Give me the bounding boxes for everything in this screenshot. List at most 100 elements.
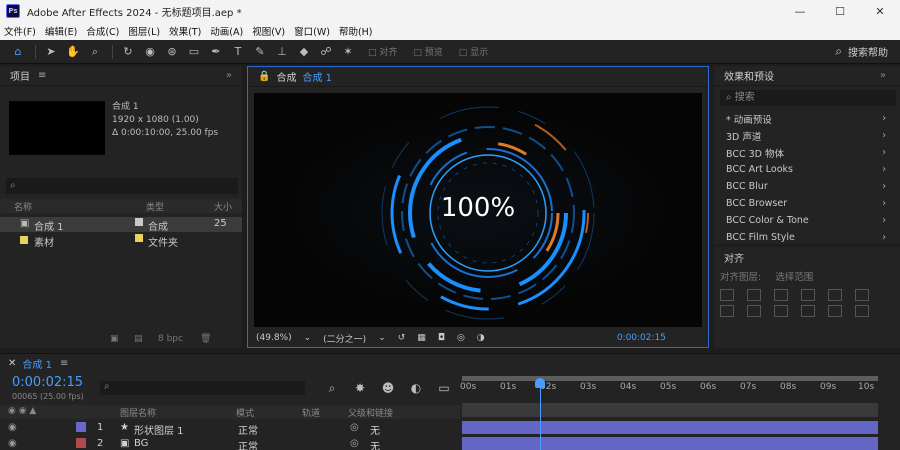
- timeline-layer[interactable]: ◉ 2 ▣ BG 正常 ◎ 无: [0, 437, 460, 450]
- project-item-comp[interactable]: ▣ 合成 1 合成 25: [0, 217, 242, 233]
- layer-parent[interactable]: 无: [370, 438, 380, 450]
- draft-3d-icon[interactable]: ✸: [346, 381, 374, 396]
- effects-category[interactable]: * 动画预设 ›: [714, 110, 900, 127]
- composition-viewer[interactable]: 100%: [254, 93, 702, 327]
- layer-duration-bar[interactable]: [462, 437, 878, 450]
- layer-mode[interactable]: 正常: [238, 422, 258, 437]
- chevron-down-icon[interactable]: ⌄: [378, 333, 386, 343]
- timeline-tab[interactable]: 合成 1: [22, 356, 52, 371]
- align-hcenter-icon[interactable]: [747, 289, 761, 301]
- camera-icon[interactable]: ◉: [140, 43, 160, 61]
- arrow-icon[interactable]: ➤: [41, 43, 61, 61]
- distribute-hcenter-icon[interactable]: [828, 305, 842, 317]
- bpc-label[interactable]: 8 bpc: [158, 334, 183, 344]
- home-icon[interactable]: ⌂: [8, 43, 28, 61]
- distribute-vcenter-icon[interactable]: [747, 305, 761, 317]
- new-folder-icon[interactable]: ▤: [134, 334, 143, 344]
- panel-menu-icon[interactable]: ≡: [60, 358, 68, 369]
- clone-icon[interactable]: ⊥: [272, 43, 292, 61]
- chevron-down-icon[interactable]: ⌄: [304, 333, 312, 343]
- layer-label-color[interactable]: [76, 438, 86, 448]
- visibility-icon[interactable]: ◉: [8, 422, 17, 433]
- new-comp-icon[interactable]: ▣: [110, 334, 119, 344]
- align-left-icon[interactable]: [720, 289, 734, 301]
- resolution-dropdown[interactable]: (二分之一): [323, 332, 366, 345]
- frame-blending-icon[interactable]: ◐: [402, 381, 430, 396]
- zoom-dropdown[interactable]: (49.8%): [256, 333, 292, 343]
- col-layer-name[interactable]: 图层名称: [120, 406, 156, 419]
- project-panel-title[interactable]: 项目: [10, 68, 30, 83]
- align-vcenter-icon[interactable]: [828, 289, 842, 301]
- timeline-layer[interactable]: ◉ 1 ★ 形状图层 1 正常 ◎ 无: [0, 421, 460, 437]
- color-channel-icon[interactable]: ◑: [477, 333, 485, 343]
- menu-file[interactable]: 文件(F): [4, 24, 36, 38]
- snap-toggle[interactable]: □ 对齐: [368, 45, 397, 58]
- effects-category[interactable]: 3D 声道 ›: [714, 127, 900, 144]
- menu-animation[interactable]: 动画(A): [210, 24, 243, 38]
- timeline-timecode[interactable]: 0:00:02:15: [12, 375, 83, 390]
- col-size-header[interactable]: 大小: [214, 200, 232, 213]
- col-type-header[interactable]: 类型: [146, 200, 164, 213]
- effects-category[interactable]: BCC Blur ›: [714, 178, 900, 195]
- shy-layers-icon[interactable]: ☻: [374, 381, 402, 396]
- comp-mini-flowchart-icon[interactable]: ⌕: [318, 381, 346, 396]
- camera-snapshot-icon[interactable]: ◎: [457, 333, 465, 343]
- align-right-icon[interactable]: [774, 289, 788, 301]
- visibility-icon[interactable]: ◉: [8, 438, 17, 449]
- pan-behind-icon[interactable]: ⊛: [162, 43, 182, 61]
- panel-expand-icon[interactable]: »: [880, 70, 886, 81]
- col-mode[interactable]: 模式: [236, 406, 254, 419]
- text-icon[interactable]: T: [228, 43, 248, 61]
- puppet-icon[interactable]: ✶: [338, 43, 358, 61]
- time-ruler[interactable]: 00s 01s 02s 03s 04s 05s 06s 07s 08s 09s …: [460, 376, 880, 396]
- layer-parent[interactable]: 无: [370, 422, 380, 437]
- work-area-bar[interactable]: [462, 376, 878, 381]
- menu-layer[interactable]: 图层(L): [128, 24, 160, 38]
- layer-duration-bar[interactable]: [462, 421, 878, 434]
- mask-icon[interactable]: ◘: [438, 333, 445, 343]
- distribute-right-icon[interactable]: [855, 305, 869, 317]
- search-help[interactable]: ⌕ 搜索帮助: [835, 44, 888, 59]
- parent-pickwhip-icon[interactable]: ◎: [350, 422, 359, 433]
- effects-search-input[interactable]: ⌕ 搜索: [720, 90, 896, 106]
- maximize-button[interactable]: ☐: [820, 0, 860, 22]
- trash-icon[interactable]: 🗑: [200, 334, 211, 344]
- menu-effect[interactable]: 效果(T): [169, 24, 201, 38]
- lock-icon[interactable]: 🔒: [258, 71, 270, 82]
- graph-editor-icon[interactable]: ▭: [430, 381, 458, 396]
- menu-view[interactable]: 视图(V): [252, 24, 285, 38]
- distribute-top-icon[interactable]: [720, 305, 734, 317]
- comp-timecode[interactable]: 0:00:02:15: [617, 333, 666, 343]
- comp-tab-label[interactable]: 合成: [276, 69, 296, 84]
- eraser-icon[interactable]: ◆: [294, 43, 314, 61]
- preview-toggle[interactable]: □ 预览: [413, 45, 442, 58]
- effects-category[interactable]: BCC Art Looks ›: [714, 161, 900, 178]
- layer-name[interactable]: 形状图层 1: [134, 422, 184, 437]
- menu-window[interactable]: 窗口(W): [294, 24, 330, 38]
- minimize-button[interactable]: —: [780, 0, 820, 22]
- close-button[interactable]: ✕: [860, 0, 900, 22]
- align-bottom-icon[interactable]: [855, 289, 869, 301]
- layer-mode[interactable]: 正常: [238, 438, 258, 450]
- comp-tab-name[interactable]: 合成 1: [302, 69, 332, 84]
- distribute-bottom-icon[interactable]: [774, 305, 788, 317]
- layer-name[interactable]: BG: [134, 438, 148, 449]
- display-toggle[interactable]: □ 显示: [459, 45, 488, 58]
- roto-icon[interactable]: ☍: [316, 43, 336, 61]
- playhead-line[interactable]: [540, 382, 541, 450]
- fast-preview-icon[interactable]: ↺: [398, 333, 406, 343]
- timeline-search-input[interactable]: ⌕: [100, 381, 305, 395]
- align-top-icon[interactable]: [801, 289, 815, 301]
- project-search-input[interactable]: ⌕: [6, 178, 238, 194]
- effects-category[interactable]: BCC Film Style ›: [714, 229, 900, 246]
- zoom-icon[interactable]: ⌕: [85, 43, 105, 61]
- brush-icon[interactable]: ✎: [250, 43, 270, 61]
- align-to-option[interactable]: 选择范围: [775, 269, 813, 283]
- effects-category[interactable]: BCC 3D 物体 ›: [714, 144, 900, 161]
- effects-category[interactable]: BCC Browser ›: [714, 195, 900, 212]
- menu-help[interactable]: 帮助(H): [339, 24, 373, 38]
- col-trkmat[interactable]: 轨道: [302, 406, 320, 419]
- menu-composition[interactable]: 合成(C): [86, 24, 119, 38]
- close-icon[interactable]: ✕: [8, 358, 16, 369]
- distribute-left-icon[interactable]: [801, 305, 815, 317]
